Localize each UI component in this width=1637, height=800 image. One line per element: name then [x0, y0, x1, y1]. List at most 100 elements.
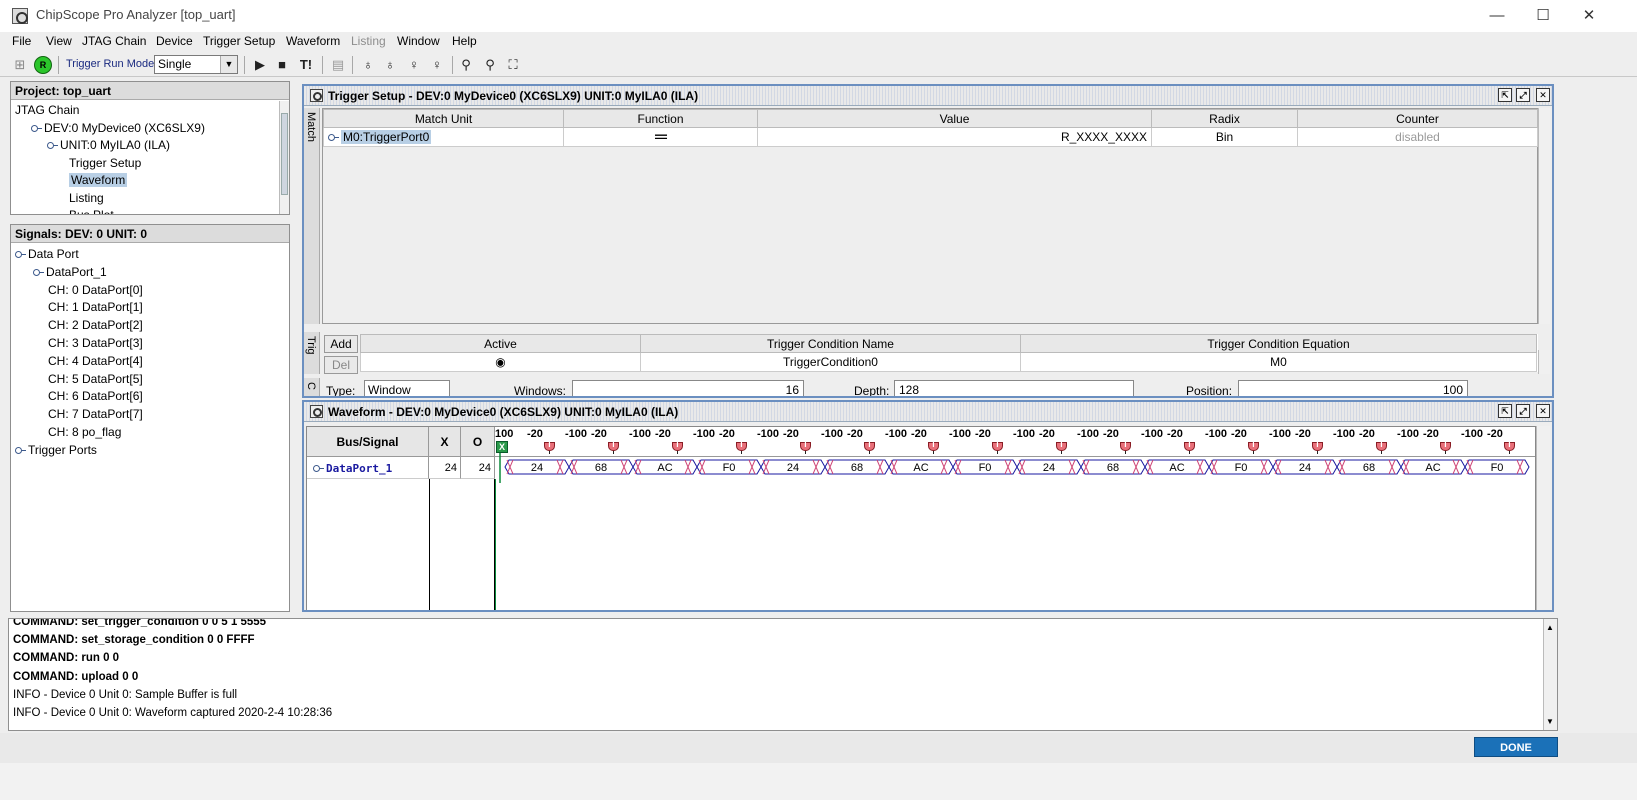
match-column-header[interactable]: Value [757, 109, 1152, 128]
tree-item[interactable]: CH: 4 DataPort[4] [48, 354, 143, 368]
desktop-background [0, 763, 1637, 800]
zoom-in-icon[interactable]: ⚲ [456, 55, 476, 75]
scroll-up-icon[interactable]: ▲ [1546, 623, 1554, 632]
tree-item[interactable]: DataPort_1 [33, 265, 107, 279]
next-marker-icon[interactable]: ♀ [427, 55, 447, 75]
capture-type-value: Window [368, 383, 411, 397]
table-row[interactable]: ◉ TriggerCondition0 M0 [360, 352, 1537, 372]
float-icon[interactable]: ⇱ [1498, 88, 1512, 102]
tree-item-label: CH: 6 DataPort[6] [48, 389, 143, 404]
tree-item[interactable]: Trigger Ports [15, 443, 97, 457]
condition-equation-cell[interactable]: M0 [1020, 352, 1537, 372]
project-header: Project: top_uart [11, 82, 289, 100]
depth-select[interactable]: 128 [894, 380, 1134, 397]
counter-cell[interactable]: disabled [1297, 127, 1538, 147]
tree-item-label: UNIT:0 MyILA0 (ILA) [60, 138, 171, 152]
minimize-button[interactable]: — [1474, 0, 1520, 32]
match-column-header[interactable]: Radix [1151, 109, 1298, 128]
close-button[interactable]: ✕ [1566, 0, 1612, 32]
x-value: 24 [429, 457, 461, 479]
condition-column-header[interactable]: Trigger Condition Name [640, 334, 1021, 353]
function-cell[interactable]: == [563, 127, 758, 147]
maximize-button[interactable]: ☐ [1520, 0, 1566, 32]
bus-value-label: 68 [851, 462, 863, 474]
windows-field[interactable]: 16 [572, 380, 804, 396]
marker-x-icon[interactable]: ♁ [358, 55, 378, 75]
close-icon[interactable]: ✕ [1536, 404, 1550, 418]
tree-item[interactable]: Waveform [69, 173, 128, 187]
run-button[interactable]: ▶ [250, 55, 270, 75]
tree-node-icon [31, 123, 42, 133]
menu-waveform[interactable]: Waveform [286, 34, 340, 48]
condition-column-header[interactable]: Trigger Condition Equation [1020, 334, 1537, 353]
active-radio[interactable]: ◉ [360, 352, 641, 372]
zoom-fit-icon[interactable]: ⛶ [503, 55, 523, 75]
tab-capture[interactable]: C [304, 378, 320, 396]
depth-value: 128 [899, 383, 920, 397]
document-icon[interactable]: ▤ [328, 55, 348, 75]
tree-item[interactable]: Listing [69, 191, 104, 205]
condition-name-cell[interactable]: TriggerCondition0 [640, 352, 1021, 372]
tree-item[interactable]: Bus Plot [69, 208, 114, 214]
tree-item[interactable]: CH: 3 DataPort[3] [48, 336, 143, 350]
match-column-header[interactable]: Function [563, 109, 758, 128]
project-scrollbar[interactable] [279, 101, 289, 214]
menu-trigger-setup[interactable]: Trigger Setup [203, 34, 275, 48]
tree-item[interactable]: UNIT:0 MyILA0 (ILA) [47, 138, 170, 152]
toolbar-separator [322, 56, 323, 74]
radix-cell[interactable]: Bin [1151, 127, 1298, 147]
match-column-header[interactable]: Counter [1297, 109, 1538, 128]
tree-item[interactable]: CH: 8 po_flag [48, 425, 121, 439]
zoom-out-icon[interactable]: ⚲ [480, 55, 500, 75]
maximize-icon[interactable]: ⤢ [1516, 404, 1530, 418]
menu-view[interactable]: View [46, 34, 72, 48]
waveform-plot-area[interactable]: 100 -20 -100 -20 -100 -20 -100 -20 -100 -20 -100 -2… [495, 427, 1535, 483]
table-row[interactable]: M0:TriggerPort0 == R_XXXX_XXXX Bin disabled [323, 127, 1538, 147]
tree-item[interactable]: CH: 0 DataPort[0] [48, 283, 143, 297]
menu-jtag-chain[interactable]: JTAG Chain [82, 34, 146, 48]
capture-type-select[interactable]: Window [364, 380, 450, 397]
prev-marker-icon[interactable]: ♀ [404, 55, 424, 75]
tree-item[interactable]: Data Port [15, 247, 79, 261]
add-condition-button[interactable]: Add [324, 335, 358, 353]
bus-value-label: 68 [1363, 462, 1375, 474]
condition-column-header[interactable]: Active [360, 334, 641, 353]
bus-value-label: AC [1169, 462, 1184, 474]
stop-button[interactable]: ■ [272, 55, 292, 75]
tree-item[interactable]: CH: 5 DataPort[5] [48, 372, 143, 386]
tree-item[interactable]: CH: 1 DataPort[1] [48, 300, 143, 314]
maximize-icon[interactable]: ⤢ [1516, 88, 1530, 102]
tree-item[interactable]: CH: 7 DataPort[7] [48, 407, 143, 421]
value-cell[interactable]: R_XXXX_XXXX [757, 127, 1152, 147]
match-table-area: Match Unit Function Value Radix Counter M0:T… [322, 108, 1538, 324]
tree-item[interactable]: CH: 2 DataPort[2] [48, 318, 143, 332]
position-field[interactable]: 100 [1238, 380, 1468, 396]
tree-item[interactable]: JTAG Chain [15, 103, 79, 117]
scroll-thumb[interactable] [281, 113, 288, 195]
menu-help[interactable]: Help [452, 34, 477, 48]
console-scrollbar[interactable]: ▲ ▼ [1543, 619, 1557, 730]
menu-device[interactable]: Device [156, 34, 193, 48]
menu-file[interactable]: File [12, 34, 31, 48]
float-icon[interactable]: ⇱ [1498, 404, 1512, 418]
menu-window[interactable]: Window [397, 34, 440, 48]
waveform-scrollbar[interactable] [1536, 426, 1550, 610]
match-unit-cell[interactable]: M0:TriggerPort0 [323, 127, 564, 147]
close-icon[interactable]: ✕ [1536, 88, 1550, 102]
delete-condition-button[interactable]: Del [324, 356, 358, 374]
match-column-header[interactable]: Match Unit [323, 109, 564, 128]
tab-match[interactable]: Match [304, 108, 320, 324]
tree-item[interactable]: DEV:0 MyDevice0 (XC6SLX9) [31, 121, 205, 135]
tree-item[interactable]: CH: 6 DataPort[6] [48, 389, 143, 403]
trigger-immediate-button[interactable]: T! [296, 55, 316, 75]
match-scrollbar[interactable] [1538, 108, 1550, 324]
menu-listing[interactable]: Listing [351, 34, 386, 48]
tab-trig[interactable]: Trig [304, 332, 320, 374]
condition-scrollbar[interactable] [1538, 350, 1550, 374]
marker-o-icon[interactable]: ♁ [380, 55, 400, 75]
scan-chain-icon[interactable]: ⊞ [10, 55, 30, 75]
signal-row-name[interactable]: DataPort_1 [307, 457, 429, 479]
scroll-down-icon[interactable]: ▼ [1546, 717, 1554, 726]
tree-item[interactable]: Trigger Setup [69, 156, 141, 170]
trigger-run-mode-select[interactable]: Single ▼ [154, 55, 238, 74]
